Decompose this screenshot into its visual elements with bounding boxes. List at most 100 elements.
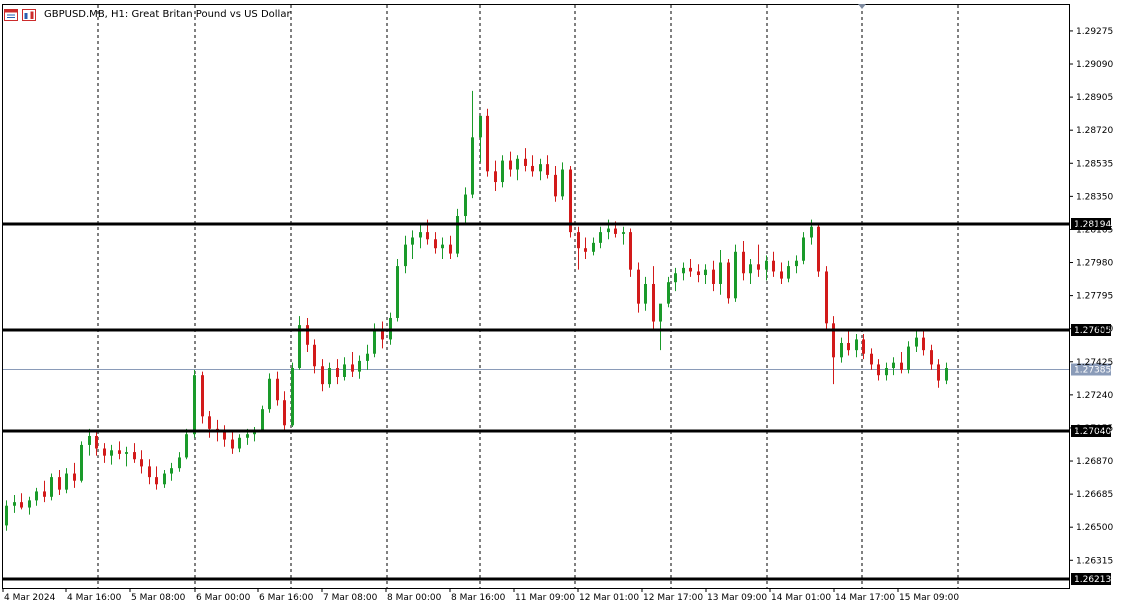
chart-type-icon[interactable] xyxy=(4,7,18,21)
candle xyxy=(900,351,903,374)
candle-body xyxy=(155,477,158,485)
candle xyxy=(471,90,474,199)
price-tick-label: 1.29275 xyxy=(1076,27,1113,37)
candle xyxy=(855,334,858,358)
candle xyxy=(125,446,128,467)
candle xyxy=(787,260,790,283)
candle xyxy=(449,235,452,259)
candle xyxy=(201,371,204,424)
chart-window[interactable]: GBPUSD.MB, H1: Great Britan Pound vs US … xyxy=(0,0,1124,608)
candle xyxy=(20,493,23,510)
price-tick-label: 1.27610 xyxy=(1076,325,1113,335)
candle xyxy=(336,359,339,385)
price-tick-label: 1.29090 xyxy=(1076,60,1113,70)
candle xyxy=(599,226,602,249)
candle xyxy=(780,262,783,284)
candle-body xyxy=(80,444,83,481)
candle xyxy=(629,228,632,277)
candle xyxy=(554,165,557,202)
time-tick-label: 6 Mar 00:00 xyxy=(196,593,251,603)
candle-body xyxy=(118,450,121,454)
candle-body xyxy=(471,137,474,195)
candle-body xyxy=(479,115,482,138)
candle xyxy=(133,443,136,463)
time-tick-label: 14 Mar 01:00 xyxy=(771,593,831,603)
candle-body xyxy=(358,360,361,372)
one-click-trading-icon[interactable] xyxy=(22,7,36,21)
candle xyxy=(170,462,173,481)
candle-body xyxy=(13,502,16,506)
candle-body xyxy=(614,228,617,234)
candle xyxy=(584,237,587,259)
candle-body xyxy=(607,228,610,233)
candle-body xyxy=(682,267,685,274)
candle-body xyxy=(95,435,98,449)
candle-body xyxy=(855,339,858,351)
candle xyxy=(840,337,843,363)
candle-body xyxy=(554,174,557,197)
candle xyxy=(88,428,91,456)
candle-body xyxy=(28,500,31,508)
candle xyxy=(306,317,309,352)
candle xyxy=(291,362,294,428)
candle-body xyxy=(787,266,790,279)
candle-body xyxy=(373,328,376,354)
period-separator-marker[interactable] xyxy=(858,4,866,9)
candle xyxy=(479,115,482,163)
candle xyxy=(659,303,662,351)
time-tick-label: 11 Mar 09:00 xyxy=(515,593,575,603)
candle xyxy=(832,316,835,385)
candle-body xyxy=(283,400,286,426)
candle xyxy=(58,469,61,496)
candle-body xyxy=(840,342,843,358)
candle xyxy=(637,262,640,313)
candle-body xyxy=(922,337,925,351)
candle-body xyxy=(652,283,655,322)
candle xyxy=(208,410,211,438)
candle xyxy=(734,244,737,302)
candle xyxy=(516,155,519,181)
candle-body xyxy=(592,242,595,252)
candle-body xyxy=(404,244,407,267)
candle-body xyxy=(599,232,602,243)
horizontal-levels[interactable]: 1.281941.276051.270401.262131.27385 xyxy=(3,218,1111,585)
chart-title: GBPUSD.MB, H1: Great Britan Pound vs US … xyxy=(44,8,291,20)
candle xyxy=(396,258,399,322)
candle xyxy=(682,262,685,281)
candle-body xyxy=(449,244,452,254)
price-chart[interactable]: 1.281941.276051.270401.262131.27385 1.29… xyxy=(0,0,1124,608)
candle xyxy=(103,443,106,463)
candle xyxy=(381,321,384,349)
candle-body xyxy=(727,262,730,299)
candle xyxy=(73,462,76,488)
candle xyxy=(644,276,647,311)
candle xyxy=(847,330,850,356)
candle xyxy=(276,371,279,406)
candle xyxy=(298,316,301,370)
candle-body xyxy=(321,366,324,385)
candle xyxy=(622,226,625,245)
candle xyxy=(892,357,895,376)
candle-body xyxy=(622,232,625,234)
candle-body xyxy=(441,244,444,249)
candle-body xyxy=(494,171,497,183)
candle xyxy=(351,351,354,377)
time-tick-label: 4 Mar 16:00 xyxy=(67,593,122,603)
price-tick-label: 1.28350 xyxy=(1076,192,1113,202)
candle-body xyxy=(832,323,835,358)
candle-body xyxy=(907,346,910,370)
price-tick-label: 1.26500 xyxy=(1076,523,1113,533)
time-tick-label: 4 Mar 2024 xyxy=(4,593,56,603)
candle-body xyxy=(65,473,68,490)
candle-body xyxy=(231,439,234,449)
candle-body xyxy=(584,248,587,252)
candle-body xyxy=(103,448,106,456)
price-tick-label: 1.28165 xyxy=(1076,225,1113,235)
candle-body xyxy=(148,466,151,478)
candle xyxy=(524,148,527,172)
candle-body xyxy=(343,364,346,377)
candle-body xyxy=(73,473,76,481)
candle-body xyxy=(892,362,895,369)
candle-body xyxy=(201,375,204,417)
candle-body xyxy=(246,434,249,438)
